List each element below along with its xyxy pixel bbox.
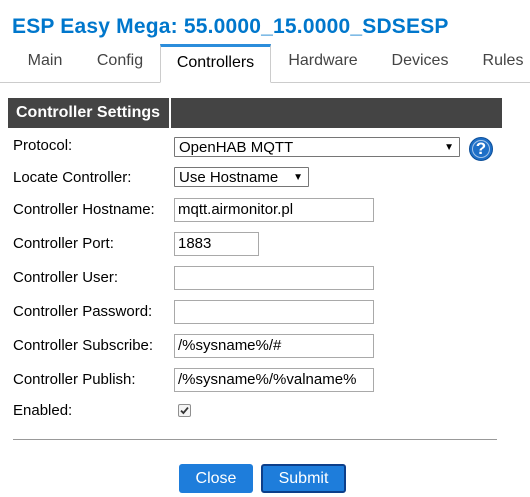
- chevron-down-icon: ▼: [444, 142, 454, 153]
- form-divider: [13, 439, 497, 440]
- app-title: ESP Easy Mega: 55.0000_15.0000_SDSESP: [12, 15, 449, 38]
- tab-config[interactable]: Config: [84, 44, 156, 82]
- chevron-down-icon: ▼: [293, 172, 303, 183]
- close-button[interactable]: Close: [179, 464, 253, 493]
- locate-controller-select[interactable]: Use Hostname ▼: [174, 167, 309, 187]
- submit-button[interactable]: Submit: [261, 464, 346, 493]
- tab-bar: Main Config Controllers Hardware Devices…: [0, 44, 530, 83]
- protocol-label: Protocol:: [13, 137, 73, 154]
- controller-password-label: Controller Password:: [13, 303, 153, 320]
- section-header: Controller Settings: [8, 98, 502, 128]
- enabled-label: Enabled:: [13, 402, 73, 419]
- controller-port-input[interactable]: 1883: [174, 232, 259, 256]
- controller-hostname-label: Controller Hostname:: [13, 201, 155, 218]
- controller-user-input[interactable]: [174, 266, 374, 290]
- locate-controller-value: Use Hostname: [179, 169, 279, 186]
- controller-user-label: Controller User:: [13, 269, 119, 286]
- controller-subscribe-input[interactable]: /%sysname%/#: [174, 334, 374, 358]
- protocol-select-value: OpenHAB MQTT: [179, 139, 294, 156]
- enabled-checkbox[interactable]: [178, 404, 191, 417]
- question-mark-icon[interactable]: ?: [469, 137, 493, 161]
- controller-password-input[interactable]: [174, 300, 374, 324]
- tab-devices[interactable]: Devices: [381, 44, 459, 82]
- controller-port-label: Controller Port:: [13, 235, 114, 252]
- controller-hostname-input[interactable]: mqtt.airmonitor.pl: [174, 198, 374, 222]
- header-divider: [169, 98, 171, 128]
- controller-publish-label: Controller Publish:: [13, 371, 136, 388]
- tab-hardware[interactable]: Hardware: [277, 44, 369, 82]
- controller-subscribe-label: Controller Subscribe:: [13, 337, 154, 354]
- section-header-title: Controller Settings: [16, 104, 161, 121]
- page: ESP Easy Mega: 55.0000_15.0000_SDSESP Ma…: [0, 0, 530, 497]
- controller-publish-input[interactable]: /%sysname%/%valname%: [174, 368, 374, 392]
- checkmark-icon: [180, 407, 189, 415]
- locate-controller-label: Locate Controller:: [13, 169, 132, 186]
- tab-controllers[interactable]: Controllers: [160, 44, 271, 83]
- tab-rules[interactable]: Rules: [470, 44, 530, 82]
- tab-main[interactable]: Main: [10, 44, 80, 82]
- protocol-select[interactable]: OpenHAB MQTT ▼: [174, 137, 460, 157]
